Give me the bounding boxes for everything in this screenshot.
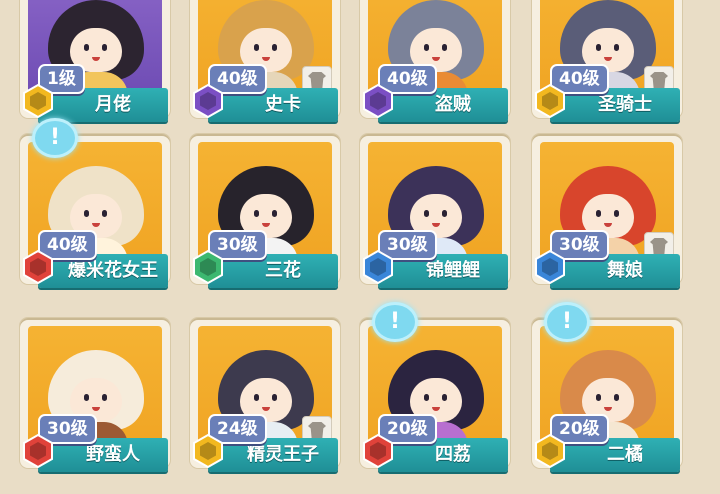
eye bbox=[102, 44, 107, 51]
rarity-hexagon-icon bbox=[23, 84, 53, 118]
rarity-hexagon-icon bbox=[363, 434, 393, 468]
rarity-hexagon-icon bbox=[363, 84, 393, 118]
rarity-hexagon-icon bbox=[193, 250, 223, 284]
character-card[interactable]: 三花 30级 bbox=[180, 134, 340, 299]
eye bbox=[272, 394, 277, 401]
character-card[interactable]: 二橘 20级! bbox=[522, 302, 682, 483]
rarity-hexagon-icon bbox=[535, 84, 565, 118]
mouth bbox=[262, 407, 270, 411]
mouth bbox=[604, 223, 612, 227]
character-card[interactable]: 月佬 1级 bbox=[10, 0, 170, 133]
character-card[interactable]: 野蛮人 30级 bbox=[10, 318, 170, 483]
shirt-shape bbox=[650, 238, 668, 254]
exclamation-bubble-icon[interactable]: ! bbox=[544, 302, 590, 342]
character-card[interactable]: 爆米花女王 40级! bbox=[10, 118, 170, 299]
eye bbox=[84, 394, 89, 401]
shirt-shape bbox=[308, 422, 326, 438]
shirt-shape bbox=[308, 72, 326, 88]
eye bbox=[272, 210, 277, 217]
character-grid: 月佬 1级 史卡 40级 盗贼 40级 圣骑士 40级爆米花女王 40级! 三花 30级 锦鲤鲤 30级… bbox=[0, 0, 720, 494]
mouth bbox=[432, 57, 440, 61]
rarity-hexagon-icon bbox=[23, 250, 53, 284]
mouth bbox=[262, 223, 270, 227]
mouth bbox=[262, 57, 270, 61]
character-card[interactable]: 锦鲤鲤 30级 bbox=[350, 134, 510, 299]
rarity-hexagon-icon bbox=[535, 250, 565, 284]
eye bbox=[596, 210, 601, 217]
rarity-hexagon-icon bbox=[193, 434, 223, 468]
mouth bbox=[604, 407, 612, 411]
eye bbox=[424, 394, 429, 401]
rarity-hexagon-icon bbox=[193, 84, 223, 118]
eye bbox=[254, 210, 259, 217]
eye bbox=[442, 210, 447, 217]
eye bbox=[442, 394, 447, 401]
eye bbox=[614, 210, 619, 217]
eye bbox=[102, 210, 107, 217]
eye bbox=[596, 394, 601, 401]
shirt-shape bbox=[650, 72, 668, 88]
rarity-hexagon-icon bbox=[363, 250, 393, 284]
exclamation-bubble-icon[interactable]: ! bbox=[372, 302, 418, 342]
mouth bbox=[604, 57, 612, 61]
eye bbox=[102, 394, 107, 401]
mouth bbox=[92, 223, 100, 227]
eye bbox=[424, 44, 429, 51]
eye bbox=[84, 44, 89, 51]
eye bbox=[424, 210, 429, 217]
rarity-hexagon-icon bbox=[535, 434, 565, 468]
character-card[interactable]: 精灵王子 24级 bbox=[180, 318, 340, 483]
mouth bbox=[432, 407, 440, 411]
eye bbox=[442, 44, 447, 51]
eye bbox=[614, 44, 619, 51]
character-card[interactable]: 圣骑士 40级 bbox=[522, 0, 682, 133]
character-card[interactable]: 四荔 20级! bbox=[350, 302, 510, 483]
character-card[interactable]: 舞娘 30级 bbox=[522, 134, 682, 299]
eye bbox=[614, 394, 619, 401]
eye bbox=[254, 44, 259, 51]
character-card[interactable]: 盗贼 40级 bbox=[350, 0, 510, 133]
eye bbox=[596, 44, 601, 51]
mouth bbox=[92, 57, 100, 61]
mouth bbox=[432, 223, 440, 227]
character-card[interactable]: 史卡 40级 bbox=[180, 0, 340, 133]
eye bbox=[272, 44, 277, 51]
exclamation-bubble-icon[interactable]: ! bbox=[32, 118, 78, 158]
eye bbox=[84, 210, 89, 217]
rarity-hexagon-icon bbox=[23, 434, 53, 468]
eye bbox=[254, 394, 259, 401]
mouth bbox=[92, 407, 100, 411]
